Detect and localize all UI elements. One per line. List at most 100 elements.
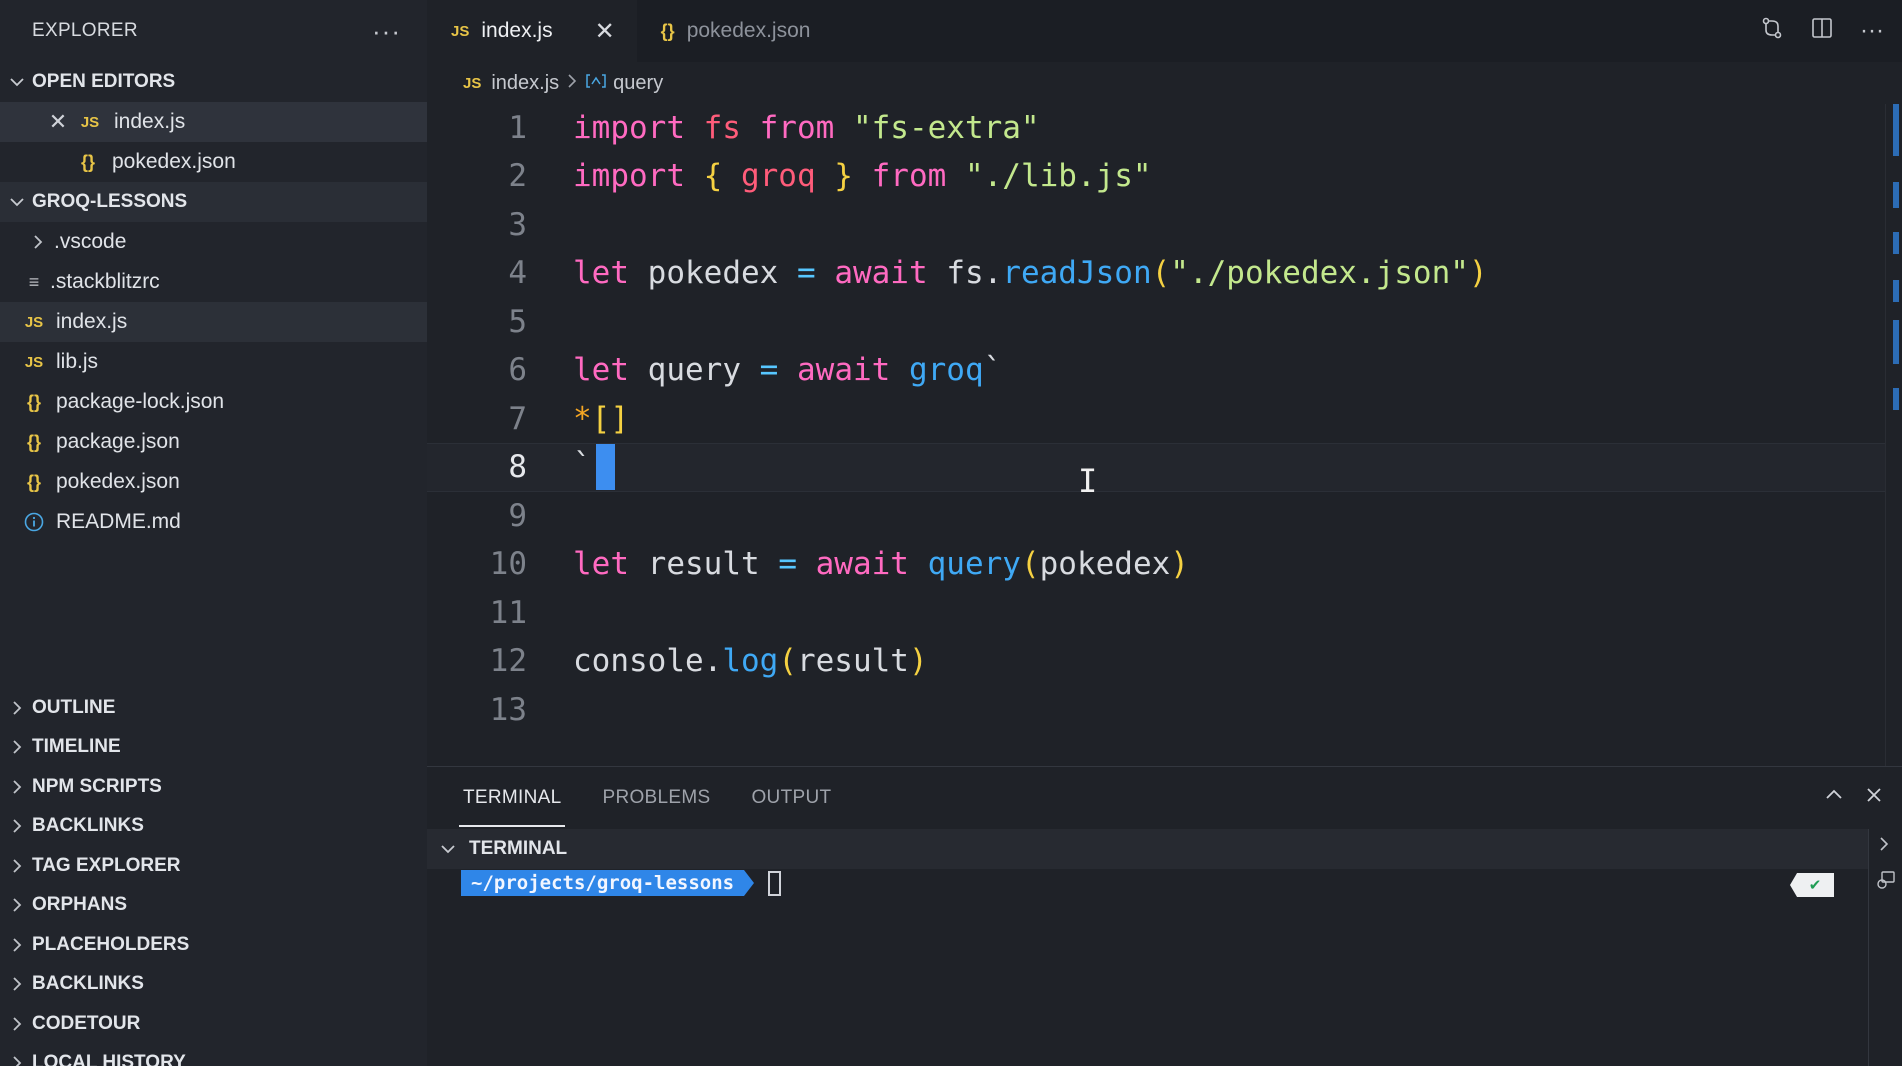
tree-item-package-lock-json[interactable]: {} package-lock.json <box>0 382 427 422</box>
tree-item-index-js[interactable]: JS index.js <box>0 302 427 342</box>
maximize-panel-icon[interactable] <box>1824 785 1844 811</box>
tree-item-label: index.js <box>56 310 128 333</box>
tree-item-label: package.json <box>56 430 180 453</box>
placeholders-section[interactable]: PLACEHOLDERS <box>0 925 427 965</box>
local-history-section[interactable]: LOCAL HISTORY <box>0 1044 427 1066</box>
token: let <box>573 546 629 583</box>
tab-label: pokedex.json <box>686 19 811 42</box>
tab-terminal[interactable]: TERMINAL <box>458 767 566 829</box>
token: groq <box>908 352 984 389</box>
token: import <box>573 158 685 195</box>
backlinks-section-2[interactable]: BACKLINKS <box>0 965 427 1005</box>
code-line[interactable]: 5 <box>427 298 1885 347</box>
token: readJson <box>1002 255 1152 292</box>
tag-explorer-section[interactable]: TAG EXPLORER <box>0 846 427 886</box>
breadcrumb: JS index.js query <box>427 62 1902 104</box>
token: from <box>759 110 835 147</box>
code-line[interactable]: 11 <box>427 589 1885 638</box>
tab-index-js[interactable]: JS index.js ✕ <box>427 0 637 62</box>
collapsed-sections: OUTLINE TIMELINE NPM SCRIPTS BACKLINKS T… <box>0 688 427 1066</box>
code-text: console.log(result) <box>573 643 928 679</box>
section-label: TAG EXPLORER <box>32 854 181 876</box>
code-line[interactable]: 1 import fs from "fs-extra" <box>427 104 1885 153</box>
js-file-icon: JS <box>24 353 44 371</box>
close-panel-icon[interactable] <box>1864 785 1884 811</box>
chevron-right-icon <box>6 858 28 874</box>
token: query <box>629 352 760 389</box>
code-line[interactable]: 3 <box>427 201 1885 250</box>
tree-item-label: README.md <box>56 510 181 533</box>
code-line[interactable]: 13 <box>427 686 1885 735</box>
terminal-section-header[interactable]: TERMINAL <box>427 829 1868 869</box>
ellipsis-icon[interactable]: ··· <box>372 18 401 44</box>
orphans-section[interactable]: ORPHANS <box>0 886 427 926</box>
section-label: PLACEHOLDERS <box>32 933 190 955</box>
line-number: 3 <box>508 207 527 244</box>
prompt-path: ~/projects/groq-lessons <box>461 870 745 896</box>
section-label: LOCAL HISTORY <box>32 1052 186 1066</box>
tab-problems[interactable]: PROBLEMS <box>602 767 710 829</box>
line-number: 7 <box>508 401 527 438</box>
chevron-down-icon <box>435 841 461 857</box>
open-editor-item-index-js[interactable]: ✕ JS index.js <box>0 102 427 142</box>
minimap-marker <box>1893 232 1899 254</box>
tab-output[interactable]: OUTPUT <box>751 767 831 829</box>
close-icon[interactable]: ✕ <box>595 17 615 46</box>
tree-item-label: .vscode <box>54 230 127 253</box>
chevron-right-icon <box>6 976 28 992</box>
code-line[interactable]: 9 <box>427 492 1885 541</box>
backlinks-section[interactable]: BACKLINKS <box>0 807 427 847</box>
tree-item-package-json[interactable]: {} package.json <box>0 422 427 462</box>
info-icon <box>22 512 46 532</box>
open-editors-label: OPEN EDITORS <box>32 71 176 92</box>
project-section[interactable]: GROQ-LESSONS <box>0 182 427 222</box>
code-line[interactable]: 2 import { groq } from "./lib.js" <box>427 152 1885 201</box>
close-icon[interactable]: ✕ <box>44 109 72 135</box>
chevron-right-icon <box>6 779 28 795</box>
bottom-panel: TERMINAL PROBLEMS OUTPUT TERMINAL ~/proj… <box>427 766 1902 1066</box>
token: = <box>796 255 816 292</box>
tab-pokedex-json[interactable]: {} pokedex.json <box>637 0 833 62</box>
npm-scripts-section[interactable]: NPM SCRIPTS <box>0 767 427 807</box>
terminal-prompt[interactable]: ~/projects/groq-lessons <box>461 870 782 896</box>
open-editors-section[interactable]: OPEN EDITORS <box>0 62 427 102</box>
section-label: CODETOUR <box>32 1012 141 1034</box>
tree-item-lib-js[interactable]: JS lib.js <box>0 342 427 382</box>
tree-item-vscode[interactable]: .vscode <box>0 222 427 262</box>
editor-scrollbar[interactable] <box>1885 104 1902 766</box>
more-actions-icon[interactable]: ··· <box>1860 17 1884 45</box>
tree-item-pokedex-json[interactable]: {} pokedex.json <box>0 462 427 502</box>
code-line[interactable]: 6 let query = await groq` <box>427 346 1885 395</box>
section-label: TIMELINE <box>32 736 121 758</box>
tree-item-readme-md[interactable]: README.md <box>0 502 427 542</box>
section-label: BACKLINKS <box>32 815 144 837</box>
line-number: 4 <box>508 255 527 292</box>
token: pokedex <box>1039 546 1171 583</box>
code-line[interactable]: 7 *[] <box>427 395 1885 444</box>
compare-changes-icon[interactable] <box>1760 16 1784 46</box>
project-label: GROQ-LESSONS <box>32 191 188 212</box>
tree-item-stackblitzrc[interactable]: ≡ .stackblitzrc <box>0 262 427 302</box>
code-line-current[interactable]: 8 ` <box>427 443 1885 492</box>
json-file-icon: {} <box>26 391 41 412</box>
chevron-right-icon[interactable] <box>1877 835 1891 858</box>
terminal-settings-icon[interactable] <box>1875 869 1897 896</box>
minimap-marker <box>1893 388 1899 410</box>
code-line[interactable]: 12 console.log(result) <box>427 637 1885 686</box>
code-line[interactable]: 10 let result = await query(pokedex) <box>427 540 1885 589</box>
breadcrumb-symbol[interactable]: query <box>613 72 663 95</box>
codetour-section[interactable]: CODETOUR <box>0 1004 427 1044</box>
chevron-right-icon <box>6 818 28 834</box>
open-editor-item-pokedex-json[interactable]: {} pokedex.json <box>0 142 427 182</box>
code-editor[interactable]: 1 import fs from "fs-extra" 2 import { g… <box>427 104 1902 766</box>
breadcrumb-file[interactable]: index.js <box>491 72 559 95</box>
timeline-section[interactable]: TIMELINE <box>0 728 427 768</box>
split-editor-icon[interactable] <box>1810 16 1834 46</box>
code-text: *[] <box>573 401 629 437</box>
token: groq <box>740 158 816 195</box>
text-cursor <box>595 444 615 491</box>
outline-section[interactable]: OUTLINE <box>0 688 427 728</box>
code-line[interactable]: 4 let pokedex = await fs.readJson("./pok… <box>427 249 1885 298</box>
chevron-down-icon <box>6 194 28 210</box>
token: "./pokedex.json" <box>1170 255 1469 292</box>
